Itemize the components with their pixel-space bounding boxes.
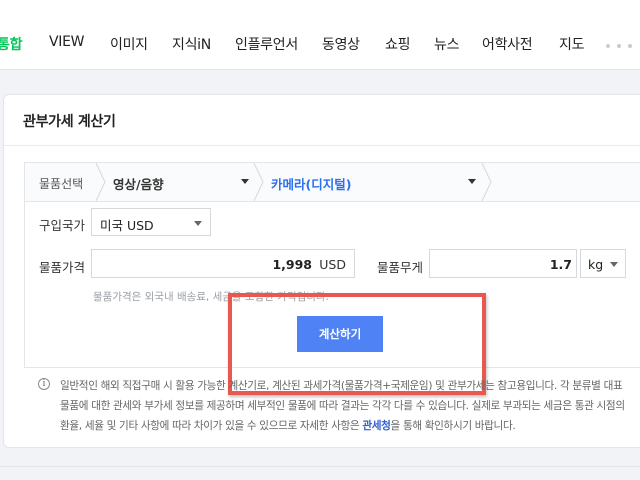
tab-video[interactable]: 동영상 <box>322 34 360 54</box>
calculator-form: 물품선택 영상/음향 카메라(디지털) 구입국가 미국 USD 물품가격 1,9… <box>24 162 640 368</box>
weight-unit-select[interactable]: kg <box>580 249 626 278</box>
chevron-right-icon <box>481 163 492 201</box>
card-divider <box>4 145 640 146</box>
card-title: 관부가세 계산기 <box>23 114 116 130</box>
country-value: 미국 USD <box>100 218 154 233</box>
country-select[interactable]: 미국 USD <box>91 208 211 236</box>
next-section-edge <box>0 466 640 480</box>
customs-service-link[interactable]: 관세청 <box>362 420 391 432</box>
category-root-label: 물품선택 <box>39 177 84 191</box>
price-unit: USD <box>319 257 346 272</box>
more-tabs-icon[interactable] <box>606 44 640 50</box>
tab-integrated[interactable]: 통합 <box>0 34 22 54</box>
weight-label: 물품무게 <box>377 260 424 275</box>
info-text-main: 일반적인 해외 직접구매 시 활용 가능한 계산기로, 계산된 과세가격(물품가… <box>60 380 625 432</box>
weight-input[interactable]: 1.7 <box>429 249 577 278</box>
weight-value: 1.7 <box>549 257 572 272</box>
chevron-down-icon <box>610 262 618 267</box>
chevron-down-icon <box>194 221 202 226</box>
price-note: 물품가격은 외국내 배송료, 세금을 포함한 가격입니다. <box>93 291 329 303</box>
chevron-right-icon <box>95 163 106 201</box>
calculate-button[interactable]: 계산하기 <box>297 316 383 352</box>
price-label: 물품가격 <box>39 260 86 275</box>
chevron-right-icon <box>253 163 264 201</box>
country-label: 구입국가 <box>39 218 86 233</box>
info-text: 일반적인 해외 직접구매 시 활용 가능한 계산기로, 계산된 과세가격(물품가… <box>60 376 630 436</box>
search-tab-bar: 통합 VIEW 이미지 지식iN 인플루언서 동영상 쇼핑 뉴스 어학사전 지도 <box>0 0 640 70</box>
tab-view[interactable]: VIEW <box>49 34 85 50</box>
chevron-down-icon[interactable] <box>468 179 476 184</box>
chevron-down-icon[interactable] <box>241 179 249 184</box>
category-select[interactable]: 영상/음향 <box>113 174 164 193</box>
price-value: 1,998 <box>272 257 312 272</box>
tab-knowledge-in[interactable]: 지식iN <box>172 34 211 54</box>
price-input[interactable]: 1,998 USD <box>91 249 355 278</box>
tab-influencer[interactable]: 인플루언서 <box>235 34 298 54</box>
subcategory-select[interactable]: 카메라(디지털) <box>271 174 351 193</box>
category-breadcrumb: 물품선택 영상/음향 카메라(디지털) <box>25 163 640 202</box>
tab-image[interactable]: 이미지 <box>110 34 148 54</box>
tab-dictionary[interactable]: 어학사전 <box>482 34 533 54</box>
info-text-end: 을 통해 확인하시기 바랍니다. <box>390 420 516 432</box>
tab-map[interactable]: 지도 <box>559 34 584 54</box>
tab-shopping[interactable]: 쇼핑 <box>385 34 410 54</box>
tab-news[interactable]: 뉴스 <box>434 34 459 54</box>
info-icon: i <box>38 378 50 390</box>
weight-unit-value: kg <box>588 257 604 272</box>
